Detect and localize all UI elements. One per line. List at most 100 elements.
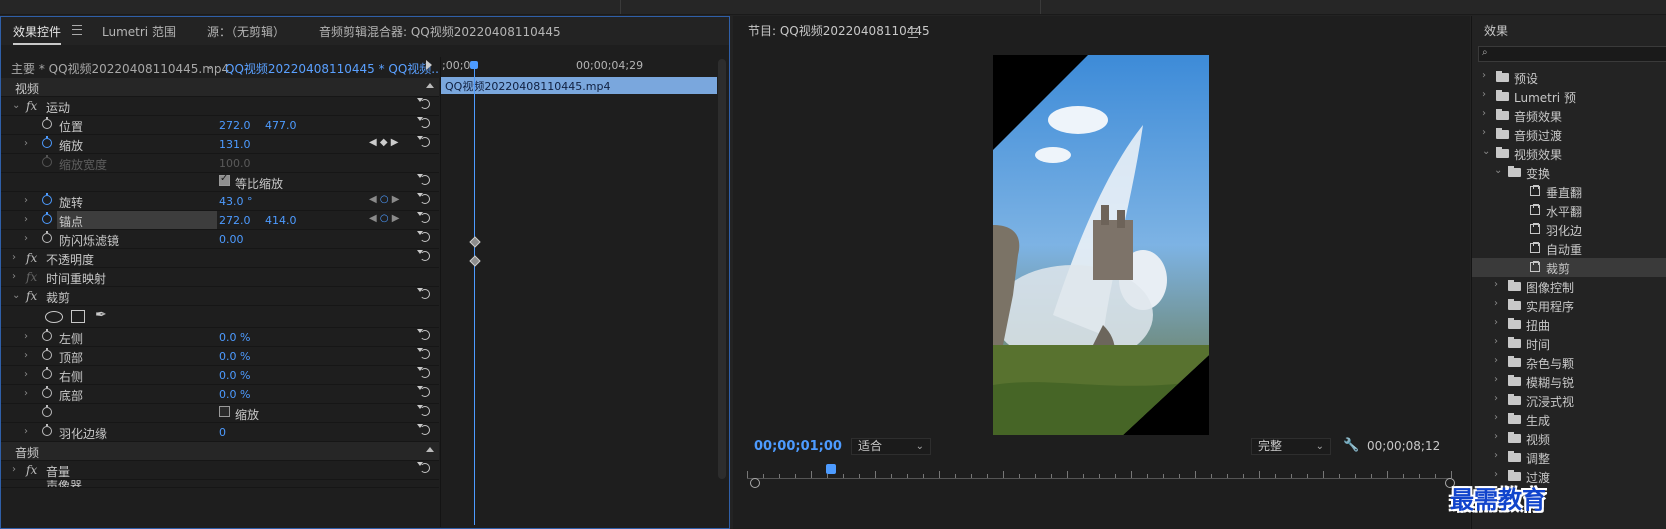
effects-tree-item[interactable]: › 音频过渡 — [1472, 125, 1666, 144]
effect-crop[interactable]: ⌄ fx 裁剪 — [1, 287, 439, 306]
section-video[interactable]: 视频 — [1, 78, 439, 97]
feather-value[interactable]: 0 — [219, 426, 226, 439]
crop-zoom-checkbox[interactable] — [219, 406, 230, 417]
vertical-scrollbar[interactable] — [718, 59, 726, 479]
effects-tree-item[interactable]: › 调整 — [1472, 448, 1666, 467]
disclosure-closed-icon[interactable]: › — [24, 369, 28, 380]
rotation-value[interactable]: 43.0 ° — [219, 195, 253, 208]
disclosure-closed-icon[interactable]: › — [1494, 412, 1498, 423]
effect-motion[interactable]: ⌄ fx 运动 — [1, 97, 439, 116]
quality-dropdown[interactable]: 完整 ⌄ — [1251, 438, 1331, 455]
crop-left-value[interactable]: 0.0 % — [219, 331, 250, 344]
disclosure-closed-icon[interactable]: › — [24, 426, 28, 437]
tab-effect-controls[interactable]: 效果控件 — [13, 23, 62, 45]
effect-time-remap[interactable]: › fx 时间重映射 — [1, 268, 439, 287]
effects-tree-item[interactable]: › 预设 — [1472, 68, 1666, 87]
keyframe-nav-icon[interactable]: ◀ ○ ▶ — [369, 194, 399, 205]
reset-icon[interactable] — [417, 98, 430, 109]
playhead-handle[interactable] — [470, 61, 478, 69]
program-playhead[interactable] — [826, 464, 837, 474]
disclosure-closed-icon[interactable]: › — [1482, 89, 1486, 100]
program-scrub-bar[interactable] — [747, 468, 1452, 479]
effect-opacity[interactable]: › fx 不透明度 — [1, 249, 439, 268]
reset-icon[interactable] — [417, 386, 430, 397]
effects-tree-item[interactable]: › 实用程序 — [1472, 296, 1666, 315]
reset-icon[interactable] — [417, 231, 430, 242]
disclosure-closed-icon[interactable]: › — [24, 138, 28, 149]
disclosure-closed-icon[interactable]: › — [1494, 298, 1498, 309]
reset-icon[interactable] — [417, 174, 430, 185]
pen-mask-icon[interactable]: ✒ — [95, 307, 107, 323]
in-point-handle-icon[interactable] — [750, 478, 760, 488]
disclosure-closed-icon[interactable]: › — [24, 195, 28, 206]
disclosure-closed-icon[interactable]: › — [1494, 450, 1498, 461]
disclosure-closed-icon[interactable]: › — [24, 388, 28, 399]
stopwatch-icon[interactable] — [42, 136, 52, 148]
disclosure-closed-icon[interactable]: › — [1482, 108, 1486, 119]
crop-top-value[interactable]: 0.0 % — [219, 350, 250, 363]
stopwatch-icon[interactable] — [42, 386, 52, 398]
reset-icon[interactable] — [417, 136, 430, 147]
disclosure-closed-icon[interactable]: › — [1494, 317, 1498, 328]
scale-value[interactable]: 131.0 — [219, 138, 251, 151]
reset-icon[interactable] — [417, 462, 430, 473]
reset-icon[interactable] — [417, 288, 430, 299]
uniform-scale-checkbox[interactable] — [219, 173, 230, 186]
effects-tree-item[interactable]: 裁剪 — [1472, 258, 1666, 277]
effects-tree-item[interactable]: › 时间 — [1472, 334, 1666, 353]
playhead-timecode[interactable]: 00;00;01;00 — [754, 439, 842, 454]
effects-tree-item[interactable]: › 沉浸式视 — [1472, 391, 1666, 410]
disclosure-closed-icon[interactable]: › — [1494, 469, 1498, 480]
keyframe-nav-icon[interactable]: ◀ ◆ ▶ — [369, 137, 398, 148]
fx-icon[interactable]: fx — [26, 463, 37, 477]
section-audio[interactable]: 音频 — [1, 442, 439, 461]
disclosure-closed-icon[interactable]: › — [1494, 355, 1498, 366]
fx-icon[interactable]: fx — [26, 99, 37, 113]
effects-tree-item[interactable]: 羽化边 — [1472, 220, 1666, 239]
disclosure-closed-icon[interactable]: › — [1494, 393, 1498, 404]
disclosure-closed-icon[interactable]: › — [1482, 70, 1486, 81]
disclosure-closed-icon[interactable]: › — [1494, 336, 1498, 347]
disclosure-closed-icon[interactable]: › — [1494, 279, 1498, 290]
disclosure-closed-icon[interactable]: › — [24, 331, 28, 342]
disclosure-closed-icon[interactable]: › — [1482, 127, 1486, 138]
stopwatch-icon[interactable] — [42, 231, 52, 243]
reset-icon[interactable] — [417, 405, 430, 416]
reset-icon[interactable] — [417, 329, 430, 340]
effects-search-input[interactable]: ⌕ — [1478, 46, 1666, 62]
effect-volume[interactable]: › fx 音量 — [1, 461, 439, 480]
effects-tree-item[interactable]: ⌄ 变换 — [1472, 163, 1666, 182]
effects-tree-item[interactable]: › 图像控制 — [1472, 277, 1666, 296]
reset-icon[interactable] — [417, 348, 430, 359]
disclosure-closed-icon[interactable]: › — [24, 350, 28, 361]
stopwatch-icon[interactable] — [42, 348, 52, 360]
tab-lumetri-scopes[interactable]: Lumetri 范围 — [102, 23, 176, 40]
anchor-x-value[interactable]: 272.0 — [219, 214, 251, 227]
chevron-down-icon[interactable]: ⌄ — [206, 61, 214, 72]
crop-bottom-value[interactable]: 0.0 % — [219, 388, 250, 401]
video-frame[interactable] — [993, 55, 1209, 435]
panel-menu-icon[interactable] — [72, 25, 82, 35]
fx-icon[interactable]: fx — [26, 289, 37, 303]
disclosure-closed-icon[interactable]: › — [12, 252, 16, 263]
disclosure-closed-icon[interactable]: › — [1494, 374, 1498, 385]
reset-icon[interactable] — [417, 250, 430, 261]
disclosure-closed-icon[interactable]: › — [12, 464, 16, 475]
reset-icon[interactable] — [417, 117, 430, 128]
disclosure-closed-icon[interactable]: › — [12, 271, 16, 282]
effects-tree-item[interactable]: › 模糊与锐 — [1472, 372, 1666, 391]
master-clip-label[interactable]: 主要 * QQ视频20220408110445.mp4 — [11, 60, 229, 77]
effects-tree-item[interactable]: ⌄ 视频效果 — [1472, 144, 1666, 163]
effects-tree-item[interactable]: › 音频效果 — [1472, 106, 1666, 125]
keyframe-nav-icon[interactable]: ◀ ○ ▶ — [369, 213, 399, 224]
disclosure-open-icon[interactable]: ⌄ — [1482, 146, 1490, 157]
anti-flicker-value[interactable]: 0.00 — [219, 233, 244, 246]
collapse-icon[interactable] — [426, 83, 434, 88]
stopwatch-icon[interactable] — [42, 117, 52, 129]
effect-controls-timeline[interactable]: ;00;00 00;00;04;29 QQ视频20220408110445.mp… — [440, 57, 717, 527]
rectangle-mask-icon[interactable] — [71, 310, 85, 323]
fit-dropdown[interactable]: 适合 ⌄ — [851, 438, 931, 455]
effects-tree-item[interactable]: › Lumetri 预 — [1472, 87, 1666, 106]
wrench-icon[interactable]: 🔧 — [1343, 438, 1359, 453]
disclosure-open-icon[interactable]: ⌄ — [12, 100, 20, 111]
